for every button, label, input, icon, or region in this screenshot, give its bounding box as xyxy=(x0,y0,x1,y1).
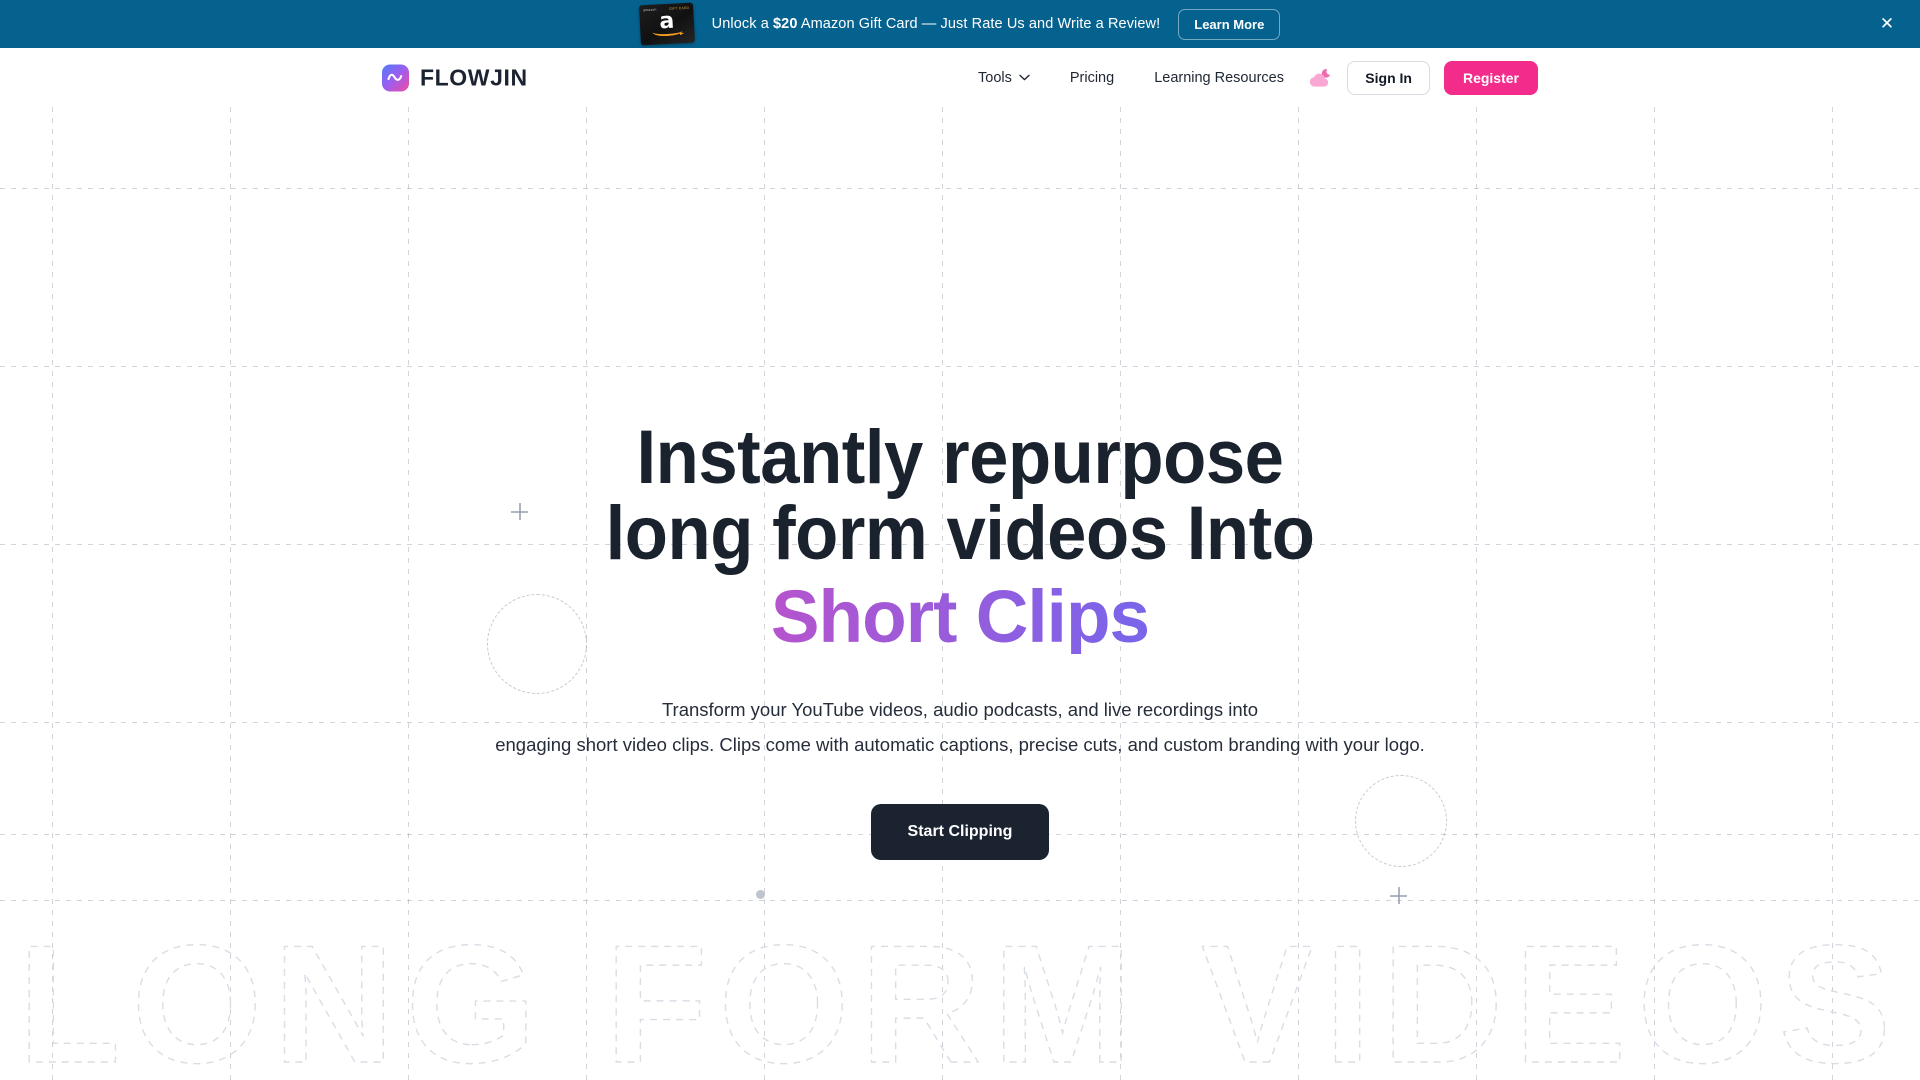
hero-subtitle-line-1: Transform your YouTube videos, audio pod… xyxy=(661,699,1259,720)
site-header: FLOWJIN Tools Pricing Learning Resources… xyxy=(0,48,1920,107)
main-nav: Tools Pricing Learning Resources xyxy=(978,70,1284,86)
grid-line-h xyxy=(0,900,1920,901)
nav-item-tools[interactable]: Tools xyxy=(978,70,1030,86)
hero-title-accent: Short Clips xyxy=(14,580,1907,654)
promo-message: Unlock a $20 Amazon Gift Card — Just Rat… xyxy=(712,16,1161,32)
background-wordmark-text: LONG FORM VIDEOS xyxy=(18,922,1902,1080)
amazon-smile-arc xyxy=(651,26,683,37)
nav-item-tools-label: Tools xyxy=(978,69,1012,86)
amazon-giftcard-image: amazon GIFT CARD a xyxy=(638,2,695,46)
close-icon[interactable]: ✕ xyxy=(1876,13,1898,35)
start-clipping-button[interactable]: Start Clipping xyxy=(870,804,1050,860)
nav-item-pricing[interactable]: Pricing xyxy=(1070,70,1114,86)
decorative-plus-marker xyxy=(1390,887,1407,904)
register-button[interactable]: Register xyxy=(1443,60,1538,95)
nav-item-learning-resources[interactable]: Learning Resources xyxy=(1154,70,1284,86)
chevron-down-icon xyxy=(1019,74,1030,81)
learn-more-button[interactable]: Learn More xyxy=(1178,8,1281,40)
promo-text-prefix: Unlock a xyxy=(711,16,774,32)
cloud-moon-icon[interactable] xyxy=(1307,65,1333,91)
hero-title-line-2: long form videos Into xyxy=(605,491,1315,576)
hero-section: Instantly repurpose long form videos Int… xyxy=(0,107,1920,1080)
decorative-dot-marker xyxy=(756,890,765,899)
sign-in-button[interactable]: Sign In xyxy=(1347,60,1430,95)
page-title: Instantly repurpose long form videos Int… xyxy=(67,420,1853,654)
hero-title-line-1: Instantly repurpose xyxy=(636,415,1284,500)
background-wordmark: LONG FORM VIDEOS xyxy=(0,922,1920,1080)
promo-text-suffix: Amazon Gift Card — Just Rate Us and Writ… xyxy=(797,16,1161,32)
brand-name: FLOWJIN xyxy=(420,64,528,90)
header-actions: Sign In Register xyxy=(1307,60,1538,95)
nav-item-pricing-label: Pricing xyxy=(1069,69,1115,86)
hero-subtitle: Transform your YouTube videos, audio pod… xyxy=(0,692,1920,762)
hero-content: Instantly repurpose long form videos Int… xyxy=(0,107,1920,860)
wave-logo-icon xyxy=(382,64,409,91)
promo-amount: $20 xyxy=(773,16,798,32)
brand-logo[interactable]: FLOWJIN xyxy=(382,64,528,91)
promo-banner: amazon GIFT CARD a Unlock a $20 Amazon G… xyxy=(0,0,1920,48)
hero-subtitle-line-2: engaging short video clips. Clips come w… xyxy=(495,734,1425,755)
nav-item-learning-resources-label: Learning Resources xyxy=(1154,69,1284,86)
